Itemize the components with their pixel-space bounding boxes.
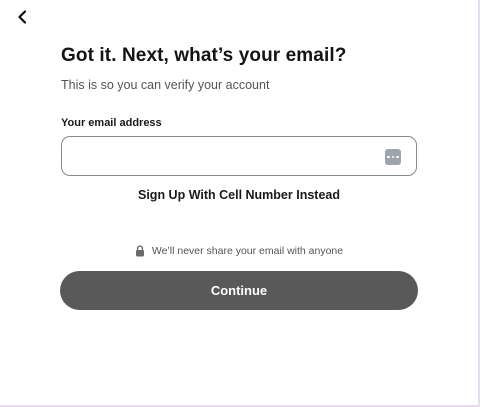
email-field-label: Your email address — [61, 117, 162, 129]
continue-button[interactable]: Continue — [60, 271, 418, 310]
chevron-left-icon — [18, 10, 27, 24]
page-title: Got it. Next, what’s your email? — [61, 45, 347, 66]
page-subtitle: This is so you can verify your account — [61, 78, 270, 92]
lock-icon — [135, 245, 144, 257]
password-manager-icon[interactable] — [385, 149, 401, 165]
sign-up-with-cell-number-link[interactable]: Sign Up With Cell Number Instead — [61, 188, 417, 202]
privacy-text: We’ll never share your email with anyone — [151, 245, 344, 257]
email-field[interactable] — [74, 137, 374, 175]
privacy-note: We’ll never share your email with anyone — [61, 245, 417, 257]
back-button[interactable] — [12, 6, 34, 28]
email-field-container[interactable] — [61, 136, 417, 176]
signup-email-screen: Got it. Next, what’s your email? This is… — [0, 0, 480, 407]
